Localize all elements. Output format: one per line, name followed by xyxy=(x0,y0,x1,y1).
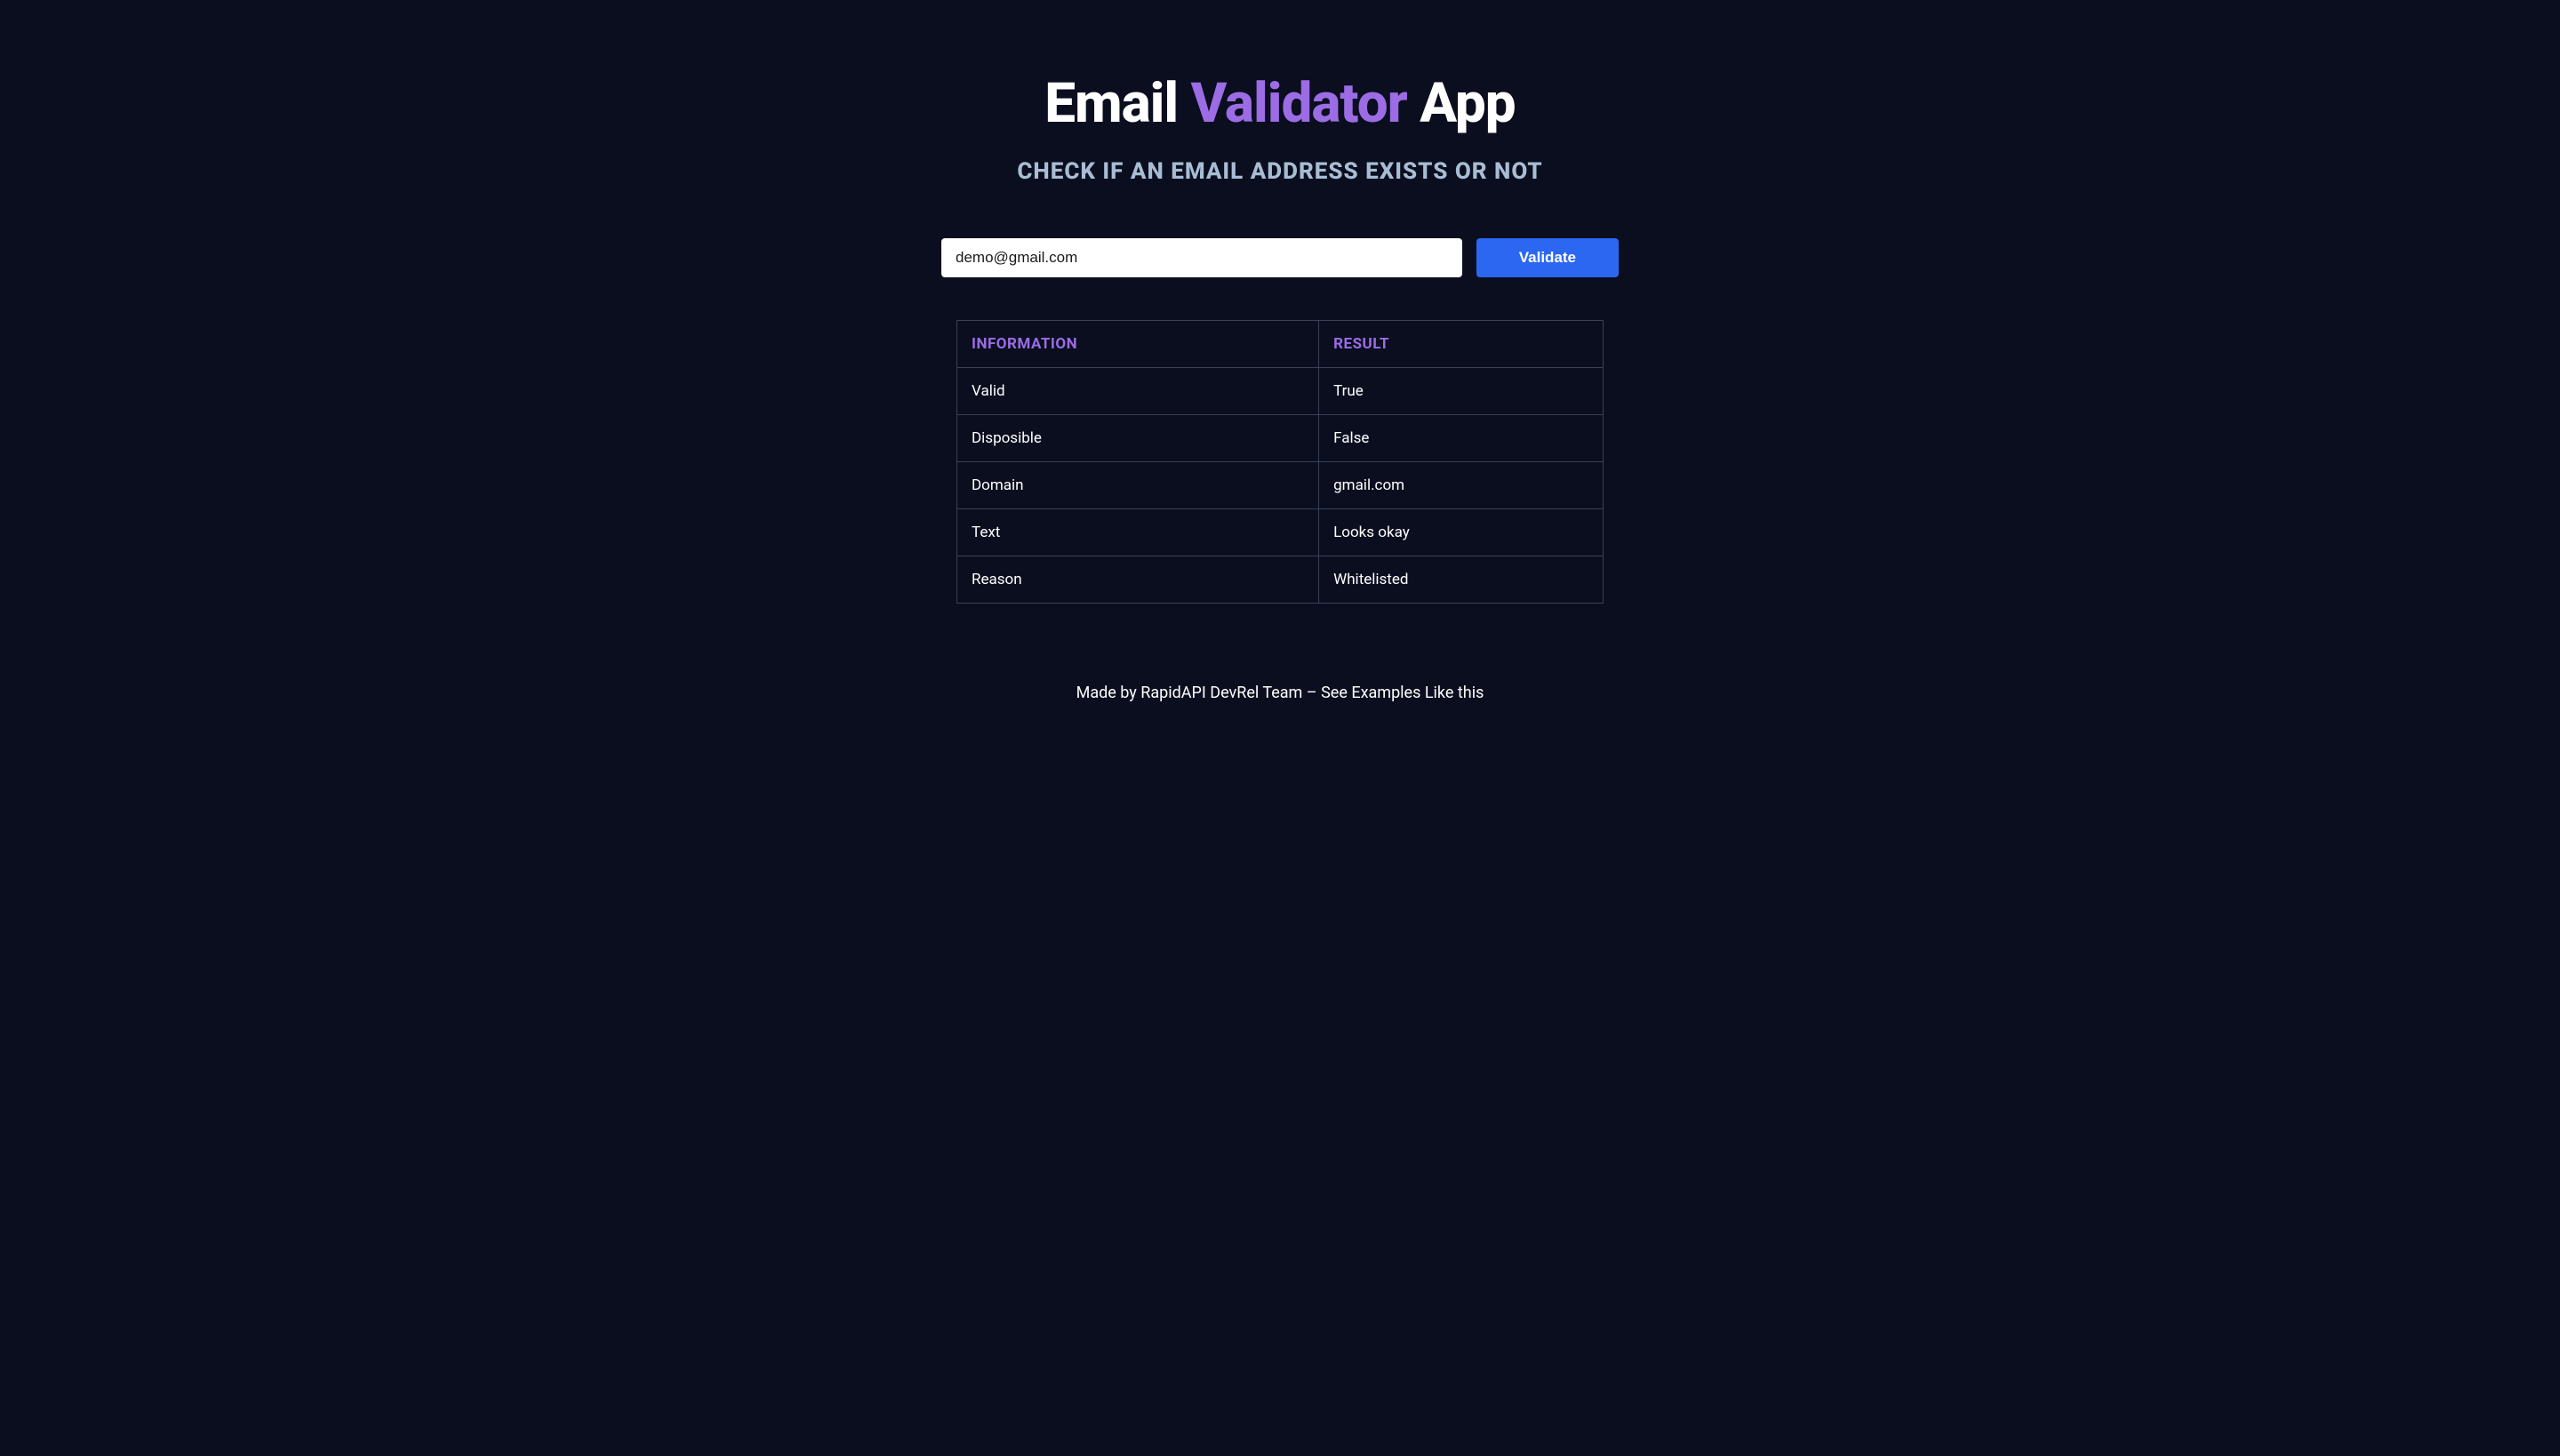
validate-button[interactable]: Validate xyxy=(1476,238,1619,277)
email-input[interactable] xyxy=(941,238,1462,277)
cell-info: Disposible xyxy=(957,415,1319,462)
header-result: RESULT xyxy=(1319,321,1604,368)
subtitle: CHECK IF AN EMAIL ADDRESS EXISTS OR NOT xyxy=(1017,158,1542,185)
cell-result: False xyxy=(1319,415,1604,462)
cell-info: Reason xyxy=(957,556,1319,604)
page-title: Email Validator App xyxy=(1017,71,1542,136)
cell-result: True xyxy=(1319,368,1604,415)
title-highlight: Validator xyxy=(1191,71,1407,136)
cell-result: gmail.com xyxy=(1319,462,1604,509)
results-table: INFORMATION RESULT Valid True Disposible… xyxy=(956,320,1604,604)
title-part1: Email xyxy=(1044,71,1190,136)
table-row: Valid True xyxy=(957,368,1604,415)
title-part2: App xyxy=(1407,71,1516,136)
table-row: Reason Whitelisted xyxy=(957,556,1604,604)
table-header-row: INFORMATION RESULT xyxy=(957,321,1604,368)
footer: Made by RapidAPI DevRel Team – See Examp… xyxy=(1076,684,1484,702)
cell-result: Looks okay xyxy=(1319,509,1604,556)
table-row: Text Looks okay xyxy=(957,509,1604,556)
table-row: Domain gmail.com xyxy=(957,462,1604,509)
form-container: Validate xyxy=(941,238,1619,277)
footer-text: Made by RapidAPI DevRel Team – xyxy=(1076,684,1321,702)
table-row: Disposible False xyxy=(957,415,1604,462)
cell-info: Text xyxy=(957,509,1319,556)
cell-result: Whitelisted xyxy=(1319,556,1604,604)
cell-info: Valid xyxy=(957,368,1319,415)
cell-info: Domain xyxy=(957,462,1319,509)
header: Email Validator App CHECK IF AN EMAIL AD… xyxy=(1017,71,1542,185)
header-information: INFORMATION xyxy=(957,321,1319,368)
footer-link[interactable]: See Examples Like this xyxy=(1321,684,1484,702)
